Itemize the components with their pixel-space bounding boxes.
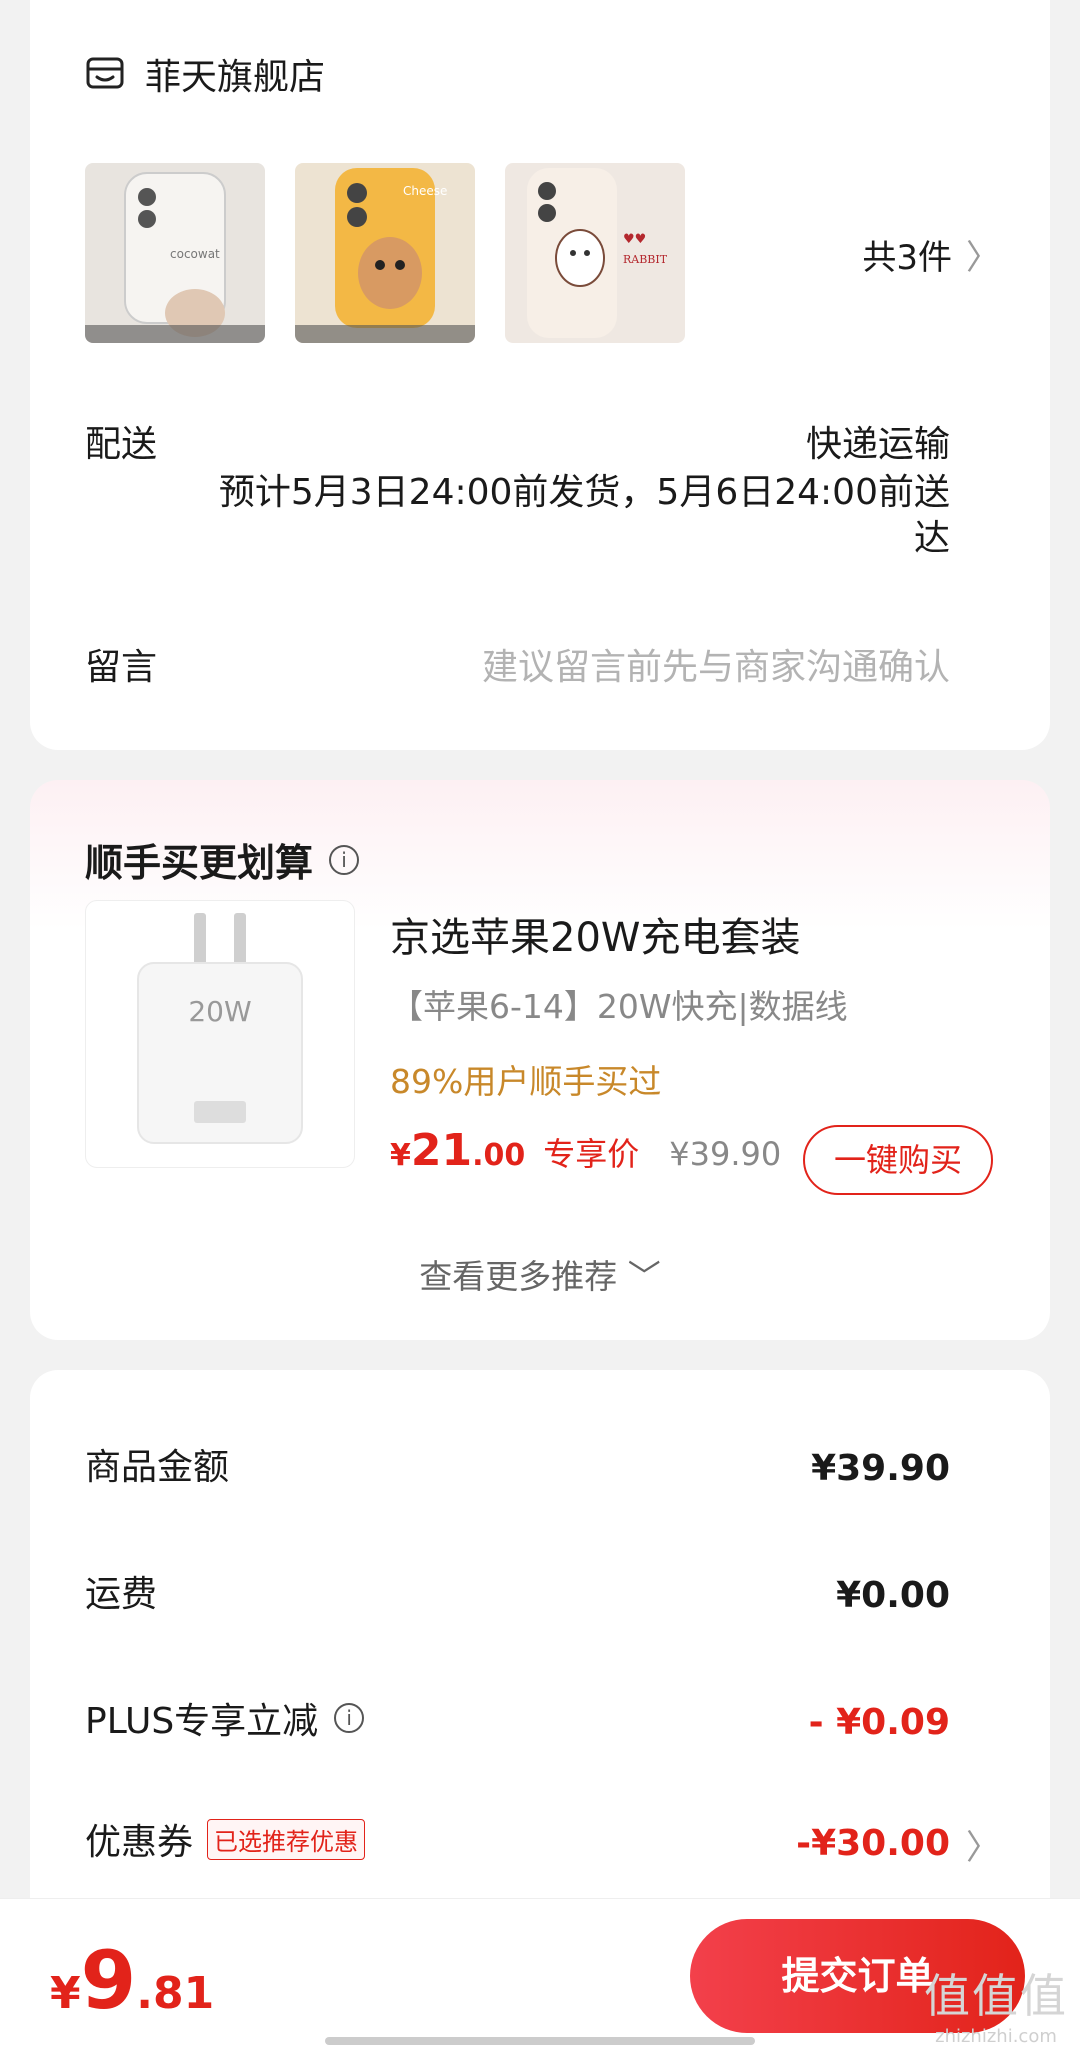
- recommend-product-spec: 【苹果6-14】20W快充|数据线: [390, 987, 848, 1026]
- watermark-logo: 值值值 zhizhizhi.com: [924, 1969, 1068, 2047]
- recommend-title-text: 顺手买更划算: [85, 841, 314, 885]
- info-icon[interactable]: i: [329, 844, 360, 875]
- goods-amount-label: 商品金额: [85, 1447, 230, 1488]
- shipping-value: ¥0.00: [836, 1575, 950, 1616]
- svg-text:♥♥: ♥♥: [623, 232, 646, 247]
- coupon-row[interactable]: 优惠券 已选推荐优惠: [85, 1813, 366, 1865]
- recommend-title: 顺手买更划算 i: [85, 832, 360, 887]
- coupon-badge: 已选推荐优惠: [207, 1818, 366, 1860]
- item-count: 共3件: [862, 238, 952, 278]
- chevron-down-icon: ﹀: [627, 1257, 661, 1296]
- recommend-price-row: ¥21.00 专享价 ¥39.90: [390, 1125, 781, 1176]
- store-icon: [86, 57, 124, 89]
- note-label: 留言: [85, 647, 158, 688]
- recommend-popularity: 89%用户顺手买过: [390, 1062, 662, 1101]
- recommend-product-image[interactable]: 20W: [85, 900, 355, 1168]
- recommend-product-name[interactable]: 京选苹果20W充电套装: [390, 905, 800, 963]
- product-thumbnail[interactable]: ♥♥ RABBIT: [505, 163, 685, 343]
- checkout-bar: ¥9.81 提交订单: [0, 1898, 1080, 2048]
- plus-discount-value: - ¥0.09: [808, 1702, 950, 1743]
- shipping-label: 运费: [85, 1574, 158, 1615]
- item-count-link[interactable]: 共3件 〉: [862, 230, 1000, 279]
- recommend-card: 顺手买更划算 i 20W 京选苹果20W充电套装 【苹果6-14】20W快充|数…: [30, 780, 1050, 1340]
- recommend-price: ¥21.00: [390, 1125, 526, 1176]
- delivery-label: 配送: [85, 424, 158, 465]
- chevron-right-icon[interactable]: 〉: [966, 1820, 1000, 1869]
- product-thumbnail[interactable]: cocowat: [85, 163, 265, 343]
- coupon-label: 优惠券: [85, 1822, 194, 1863]
- plus-discount-label: PLUS专享立减 i: [85, 1692, 365, 1744]
- more-recommendations-link[interactable]: 查看更多推荐 ﹀: [30, 1250, 1050, 1298]
- original-price: ¥39.90: [669, 1135, 782, 1173]
- product-thumbnails[interactable]: cocowat Cheese ♥♥ RABBIT: [85, 163, 715, 343]
- thumb-caption: RABBIT: [623, 253, 668, 266]
- note-input[interactable]: 建议留言前先与商家沟通确认: [482, 638, 950, 690]
- store-name: 菲天旗舰店: [145, 57, 326, 98]
- product-thumbnail[interactable]: Cheese: [295, 163, 475, 343]
- coupon-value[interactable]: -¥30.00: [796, 1823, 950, 1864]
- goods-amount-value: ¥39.90: [811, 1448, 950, 1489]
- total-price: ¥9.81: [50, 1934, 215, 2027]
- info-icon[interactable]: i: [334, 1703, 365, 1733]
- home-indicator[interactable]: [325, 2037, 755, 2045]
- svg-text:20W: 20W: [188, 995, 251, 1028]
- one-click-buy-button[interactable]: 一键购买: [803, 1125, 993, 1195]
- store-header[interactable]: 菲天旗舰店: [85, 48, 325, 100]
- delivery-eta: 预计5月3日24:00前发货，5月6日24:00前送达: [218, 472, 950, 559]
- thumb-caption: Cheese: [403, 184, 447, 198]
- exclusive-price-tag: 专享价: [543, 1135, 640, 1173]
- delivery-method[interactable]: 快递运输: [806, 415, 950, 467]
- store-card: 菲天旗舰店 cocowat Cheese ♥♥ RABBIT 共3件 〉 配送 …: [30, 0, 1050, 750]
- thumb-caption: cocowat: [170, 247, 220, 261]
- chevron-right-icon: 〉: [966, 238, 1000, 278]
